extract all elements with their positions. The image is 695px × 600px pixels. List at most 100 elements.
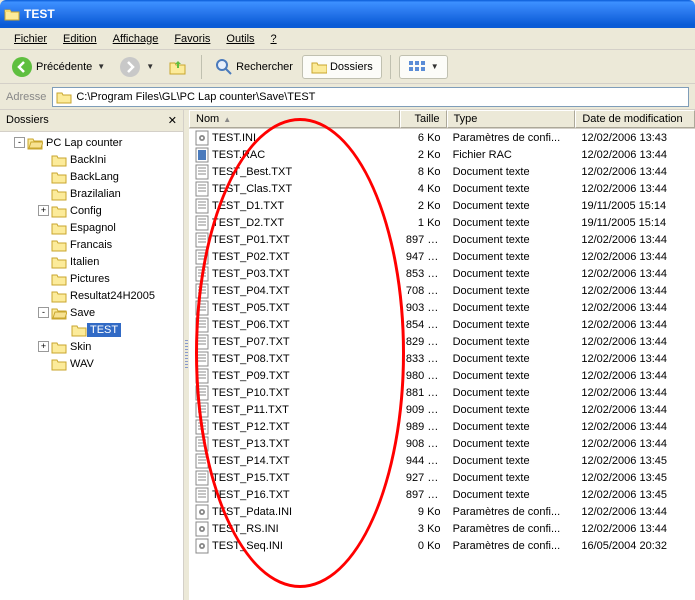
- file-row[interactable]: TEST_P16.TXT897 KoDocument texte12/02/20…: [189, 486, 695, 503]
- file-row[interactable]: TEST_Seq.INI0 KoParamètres de confi...16…: [189, 537, 695, 554]
- file-row[interactable]: TEST_P05.TXT903 KoDocument texte12/02/20…: [189, 299, 695, 316]
- file-name: TEST_P12.TXT: [212, 421, 290, 433]
- tree-node[interactable]: BackIni: [2, 151, 181, 168]
- file-date: 12/02/2006 13:44: [575, 302, 695, 314]
- file-row[interactable]: TEST_P09.TXT980 KoDocument texte12/02/20…: [189, 367, 695, 384]
- file-type: Document texte: [447, 319, 576, 331]
- file-row[interactable]: TEST.RAC2 KoFichier RAC12/02/2006 13:44: [189, 146, 695, 163]
- file-name: TEST_P02.TXT: [212, 251, 290, 263]
- file-size: 2 Ko: [400, 200, 447, 212]
- titlebar[interactable]: TEST: [0, 0, 695, 28]
- chevron-down-icon: ▼: [146, 62, 154, 71]
- file-row[interactable]: TEST_P11.TXT909 KoDocument texte12/02/20…: [189, 401, 695, 418]
- file-type: Document texte: [447, 336, 576, 348]
- sidebar-title: Dossiers: [6, 114, 49, 127]
- column-name[interactable]: Nom▲: [189, 110, 400, 128]
- forward-button[interactable]: ▼: [114, 53, 159, 81]
- file-name: TEST_P05.TXT: [212, 302, 290, 314]
- file-size: 897 Ko: [400, 234, 447, 246]
- tree-label: Francais: [67, 238, 115, 252]
- file-date: 16/05/2004 20:32: [575, 540, 695, 552]
- file-row[interactable]: TEST_P10.TXT881 KoDocument texte12/02/20…: [189, 384, 695, 401]
- file-row[interactable]: TEST_P03.TXT853 KoDocument texte12/02/20…: [189, 265, 695, 282]
- tree-node[interactable]: Resultat24H2005: [2, 287, 181, 304]
- tree-node[interactable]: +Skin: [2, 338, 181, 355]
- file-name: TEST_P06.TXT: [212, 319, 290, 331]
- file-type: Document texte: [447, 370, 576, 382]
- forward-icon: [119, 56, 141, 78]
- tree-node[interactable]: WAV: [2, 355, 181, 372]
- file-name: TEST_P10.TXT: [212, 387, 290, 399]
- tree-node[interactable]: -Save: [2, 304, 181, 321]
- folder-tree[interactable]: -PC Lap counter BackIniBackLangBrazilalia…: [0, 132, 183, 600]
- tree-label: BackIni: [67, 153, 109, 167]
- file-row[interactable]: TEST_P08.TXT833 KoDocument texte12/02/20…: [189, 350, 695, 367]
- file-row[interactable]: TEST_D1.TXT2 KoDocument texte19/11/2005 …: [189, 197, 695, 214]
- tree-node[interactable]: -PC Lap counter: [2, 134, 181, 151]
- file-row[interactable]: TEST_P01.TXT897 KoDocument texte12/02/20…: [189, 231, 695, 248]
- address-input[interactable]: C:\Program Files\GL\PC Lap counter\Save\…: [52, 87, 689, 107]
- file-name: TEST_D1.TXT: [212, 200, 284, 212]
- file-type: Document texte: [447, 353, 576, 365]
- file-date: 12/02/2006 13:45: [575, 472, 695, 484]
- file-size: 6 Ko: [400, 132, 447, 144]
- tree-label: Config: [67, 204, 105, 218]
- menu-file[interactable]: Fichier: [6, 31, 55, 47]
- file-row[interactable]: TEST_Clas.TXT4 KoDocument texte12/02/200…: [189, 180, 695, 197]
- file-date: 12/02/2006 13:44: [575, 319, 695, 331]
- file-size: 2 Ko: [400, 149, 447, 161]
- file-row[interactable]: TEST_P14.TXT944 KoDocument texte12/02/20…: [189, 452, 695, 469]
- views-button[interactable]: ▼: [399, 55, 448, 79]
- file-size: 0 Ko: [400, 540, 447, 552]
- menu-view[interactable]: Affichage: [105, 31, 167, 47]
- file-pane[interactable]: Nom▲ Taille Type Date de modification TE…: [189, 110, 695, 600]
- search-button[interactable]: Rechercher: [210, 55, 298, 79]
- file-row[interactable]: TEST_D2.TXT1 KoDocument texte19/11/2005 …: [189, 214, 695, 231]
- tree-node[interactable]: TEST: [2, 321, 181, 338]
- column-date[interactable]: Date de modification: [575, 110, 695, 128]
- file-row[interactable]: TEST_Pdata.INI9 KoParamètres de confi...…: [189, 503, 695, 520]
- file-size: 947 Ko: [400, 251, 447, 263]
- tree-node[interactable]: Brazilalian: [2, 185, 181, 202]
- file-row[interactable]: TEST_P04.TXT708 KoDocument texte12/02/20…: [189, 282, 695, 299]
- expand-toggle[interactable]: -: [14, 137, 25, 148]
- file-row[interactable]: TEST.INI6 KoParamètres de confi...12/02/…: [189, 129, 695, 146]
- file-row[interactable]: TEST_P07.TXT829 KoDocument texte12/02/20…: [189, 333, 695, 350]
- file-row[interactable]: TEST_P13.TXT908 KoDocument texte12/02/20…: [189, 435, 695, 452]
- file-row[interactable]: TEST_P15.TXT927 KoDocument texte12/02/20…: [189, 469, 695, 486]
- menu-tools[interactable]: Outils: [218, 31, 262, 47]
- back-label: Précédente: [36, 61, 92, 73]
- column-size[interactable]: Taille: [400, 110, 447, 128]
- menu-help[interactable]: ?: [263, 31, 285, 47]
- menubar: Fichier Edition Affichage Favoris Outils…: [0, 28, 695, 50]
- file-list: TEST.INI6 KoParamètres de confi...12/02/…: [189, 129, 695, 554]
- tree-node[interactable]: + Config: [2, 202, 181, 219]
- up-button[interactable]: [163, 54, 193, 80]
- file-row[interactable]: TEST_P02.TXT947 KoDocument texte12/02/20…: [189, 248, 695, 265]
- expand-toggle[interactable]: +: [38, 205, 49, 216]
- file-size: 989 Ko: [400, 421, 447, 433]
- file-row[interactable]: TEST_P12.TXT989 KoDocument texte12/02/20…: [189, 418, 695, 435]
- file-row[interactable]: TEST_RS.INI3 KoParamètres de confi...12/…: [189, 520, 695, 537]
- file-type: Document texte: [447, 421, 576, 433]
- folders-button[interactable]: Dossiers: [302, 55, 382, 79]
- tree-node[interactable]: Italien: [2, 253, 181, 270]
- file-type: Document texte: [447, 183, 576, 195]
- column-type[interactable]: Type: [447, 110, 576, 128]
- tree-node[interactable]: Espagnol: [2, 219, 181, 236]
- menu-favorites[interactable]: Favoris: [166, 31, 218, 47]
- expand-toggle[interactable]: -: [38, 307, 49, 318]
- close-icon[interactable]: ✕: [168, 114, 177, 127]
- file-date: 12/02/2006 13:44: [575, 353, 695, 365]
- file-row[interactable]: TEST_Best.TXT8 KoDocument texte12/02/200…: [189, 163, 695, 180]
- expand-toggle[interactable]: +: [38, 341, 49, 352]
- file-name: TEST_P16.TXT: [212, 489, 290, 501]
- file-row[interactable]: TEST_P06.TXT 854 KoDocument texte12/02/20…: [189, 316, 695, 333]
- tree-node[interactable]: BackLang: [2, 168, 181, 185]
- back-button[interactable]: Précédente ▼: [6, 53, 110, 81]
- tree-node[interactable]: Francais: [2, 236, 181, 253]
- file-size: 854 Ko: [400, 319, 447, 331]
- tree-node[interactable]: Pictures: [2, 270, 181, 287]
- file-size: 829 Ko: [400, 336, 447, 348]
- menu-edit[interactable]: Edition: [55, 31, 105, 47]
